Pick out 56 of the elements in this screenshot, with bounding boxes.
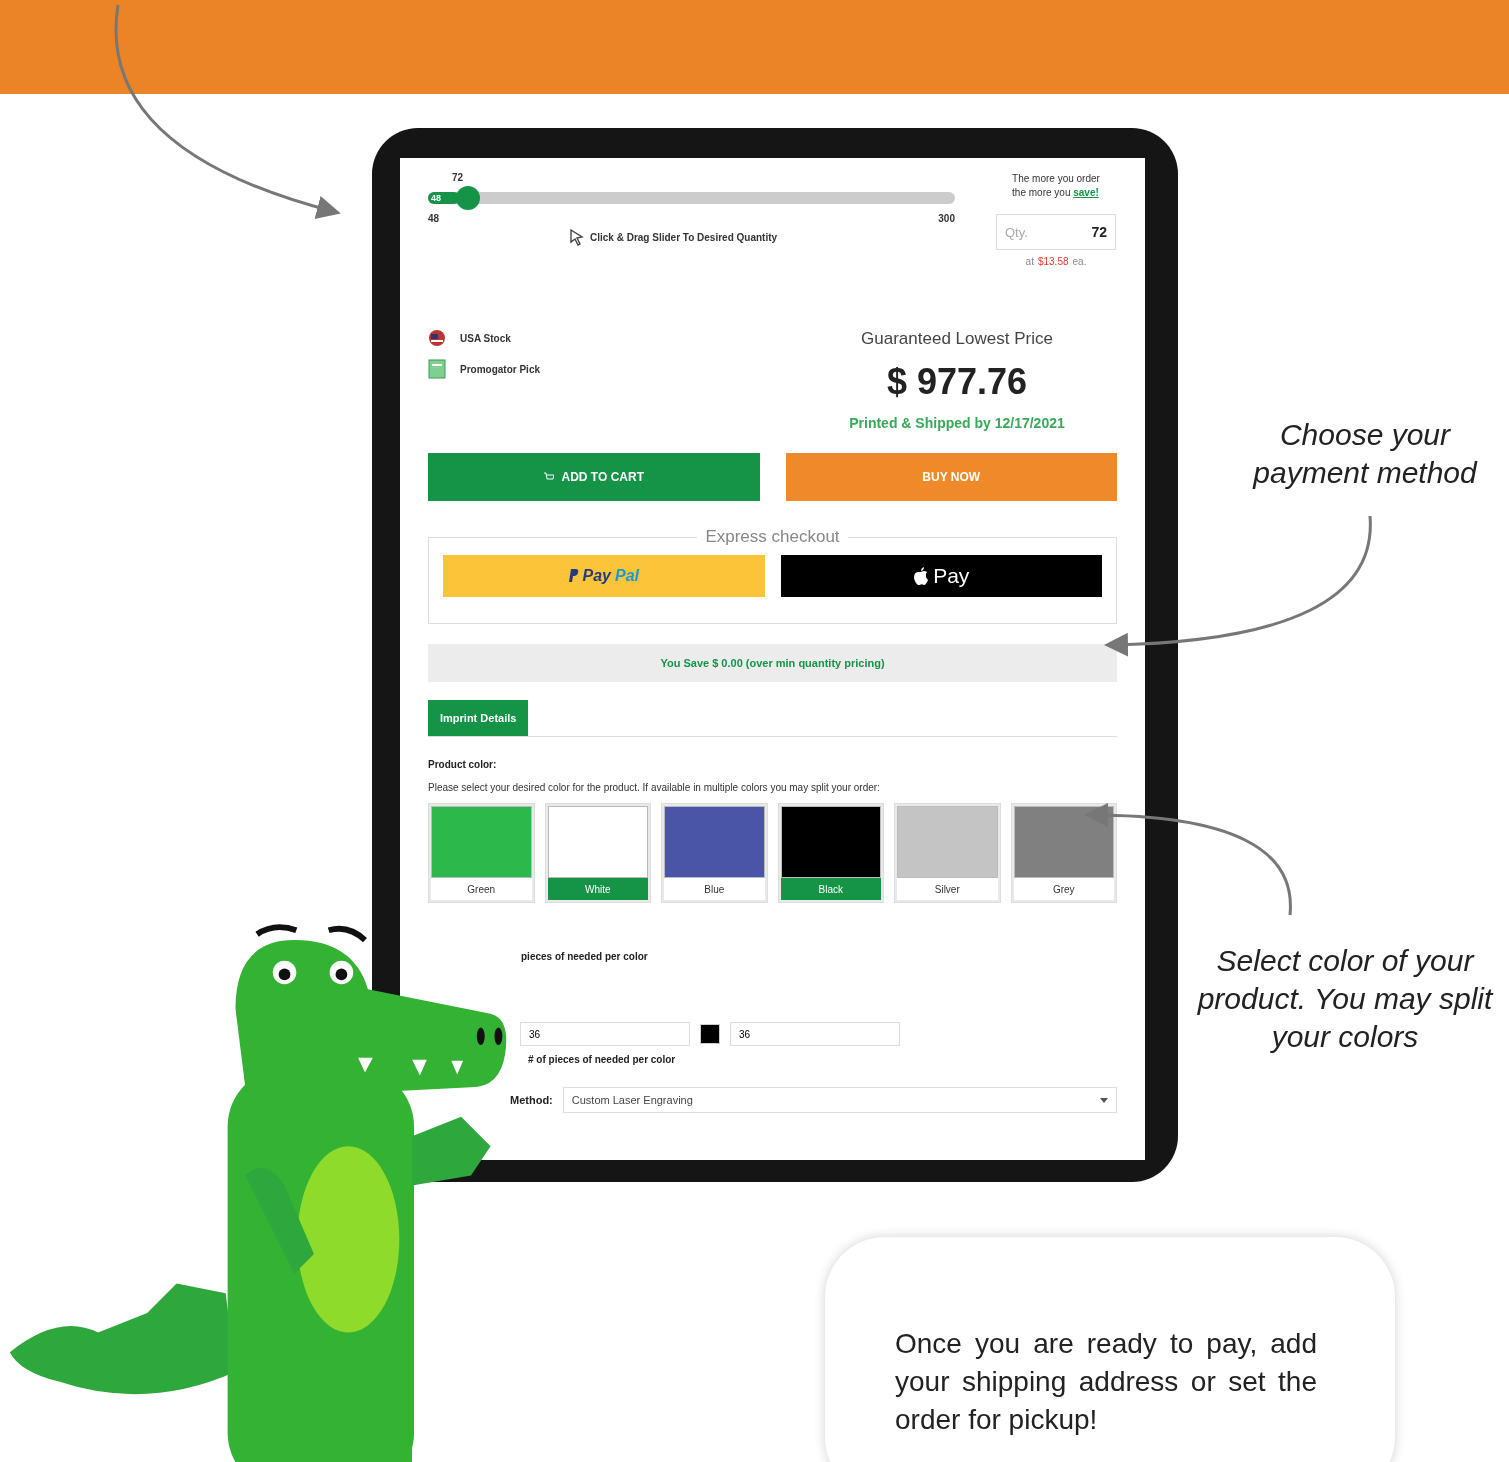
- save-link[interactable]: save!: [1073, 187, 1099, 198]
- price-heading: Guaranteed Lowest Price: [861, 329, 1053, 349]
- callout-text: Select color of your product. You may split your colors: [1196, 943, 1495, 1055]
- flag-badge-icon: [428, 329, 446, 347]
- ship-date: Printed & Shipped by 12/17/2021: [849, 415, 1065, 431]
- method-label: Method:: [510, 1094, 553, 1106]
- unit-suffix: ea.: [1072, 256, 1087, 267]
- qty-value: 72: [1091, 224, 1107, 240]
- quantity-slider[interactable]: 48: [428, 185, 955, 211]
- color-option[interactable]: Silver: [894, 803, 1001, 903]
- unit-prefix: at: [1025, 256, 1034, 267]
- quantity-note: # of pieces of needed per color: [528, 1054, 677, 1065]
- qty-label: Qty.: [1005, 224, 1028, 240]
- apple-icon: [913, 566, 930, 586]
- paypal-p-icon: [568, 569, 579, 583]
- savings-bar: You Save $ 0.00 (over min quantity pricing): [428, 644, 1117, 682]
- color-label: Blue: [664, 878, 765, 900]
- quantity-note: pieces of needed per color: [521, 951, 649, 962]
- slider-max: 300: [938, 213, 955, 224]
- slider-hint: Click & Drag Slider To Desired Quantity: [590, 231, 778, 243]
- color-heading: Product color:: [428, 759, 498, 770]
- color-label: Grey: [1013, 878, 1114, 900]
- color-option[interactable]: White: [544, 803, 651, 903]
- color-label: Black: [780, 878, 881, 900]
- slider-value: 72: [452, 172, 465, 183]
- slider-min: 48: [428, 213, 440, 224]
- color-option[interactable]: Grey: [1010, 803, 1117, 903]
- color-label: Green: [431, 878, 532, 900]
- cart-icon: [543, 472, 554, 482]
- quantity-field[interactable]: 36: [730, 1022, 900, 1046]
- method-select[interactable]: Custom Laser Engraving: [562, 1087, 1117, 1113]
- express-checkout-title: Express checkout: [704, 527, 841, 547]
- details-tab[interactable]: Imprint Details: [428, 700, 529, 736]
- color-option[interactable]: Black: [777, 803, 884, 903]
- certificate-icon: [428, 359, 446, 379]
- unit-price: $13.58: [1037, 256, 1069, 267]
- info-text: Once you are ready to pay, add your shipping address or set the order for pickup!: [895, 1327, 1317, 1437]
- slider-fill-label: 48: [431, 193, 441, 203]
- qty-field[interactable]: Qty. 72: [996, 214, 1116, 250]
- badge-label: USA Stock: [460, 332, 511, 344]
- caret-icon: [1100, 1097, 1108, 1103]
- add-to-cart-button[interactable]: ADD TO CART: [428, 453, 760, 501]
- paypal-button[interactable]: Pay Pal: [443, 555, 765, 597]
- quantity-field[interactable]: 36: [520, 1022, 690, 1046]
- color-label: Silver: [897, 878, 998, 900]
- color-option[interactable]: Green: [428, 803, 535, 903]
- color-instructions: Please select your desired color for the product. If available in multiple colors you may split your order:: [428, 782, 881, 793]
- total-price: $ 977.76: [886, 361, 1028, 403]
- apple-pay-button[interactable]: Pay: [780, 555, 1102, 597]
- color-label: White: [547, 878, 648, 900]
- slider-thumb[interactable]: [455, 186, 480, 210]
- badge-label: Promogator Pick: [460, 363, 541, 375]
- pointer-hand-icon: [568, 228, 586, 246]
- color-option[interactable]: Blue: [661, 803, 768, 903]
- savings-note: The more you order the more you save!: [1012, 172, 1100, 200]
- callout-text: Choose your payment method: [1251, 417, 1479, 491]
